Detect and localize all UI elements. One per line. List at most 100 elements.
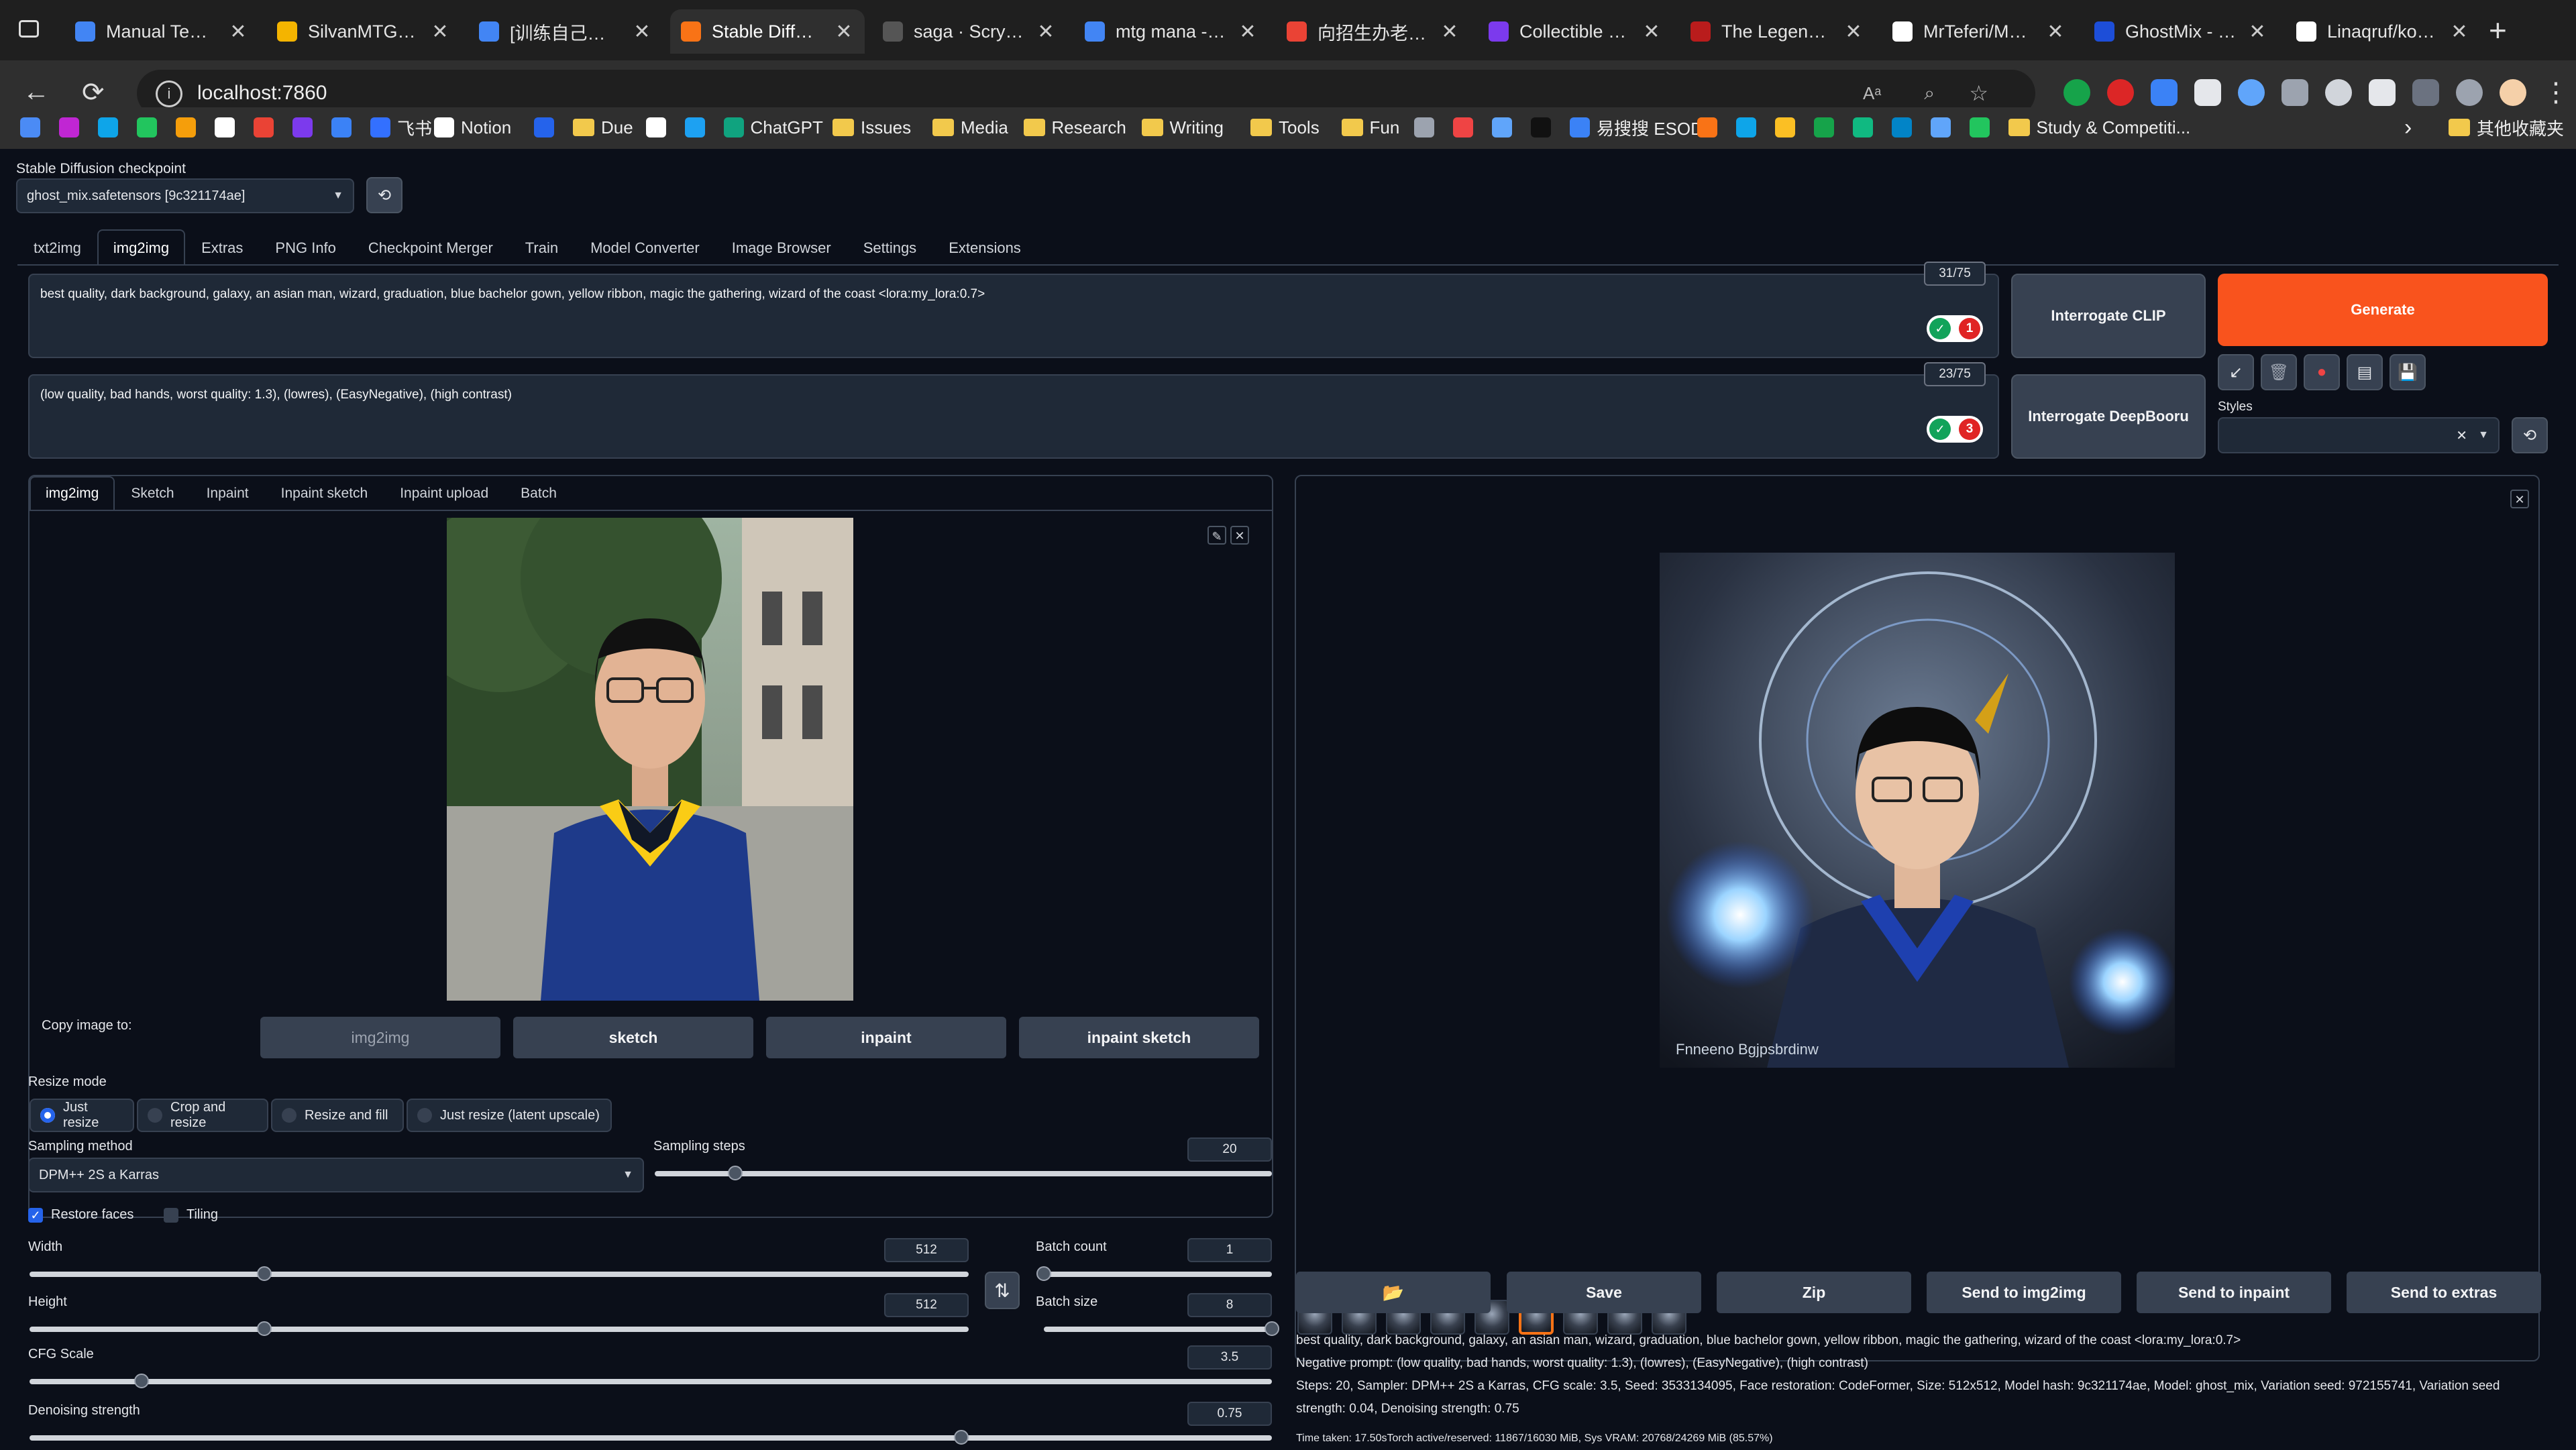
- bookmark-item[interactable]: [20, 114, 40, 141]
- other-bookmarks-folder[interactable]: 其他收藏夹: [2449, 114, 2564, 141]
- extra-networks-icon[interactable]: ●: [2304, 354, 2340, 390]
- bookmark-item[interactable]: [176, 114, 196, 141]
- copy-to-sketch-button[interactable]: sketch: [513, 1017, 753, 1058]
- favorites-heart-icon[interactable]: [2456, 79, 2483, 106]
- adblock-extension-icon[interactable]: [2107, 79, 2134, 106]
- back-icon[interactable]: ←: [23, 77, 50, 107]
- bookmark-item[interactable]: [1774, 114, 1795, 141]
- close-tab-icon[interactable]: ✕: [632, 20, 652, 44]
- puzzle-extensions-icon[interactable]: [2412, 79, 2439, 106]
- negative-prompt-textarea[interactable]: (low quality, bad hands, worst quality: …: [28, 374, 1999, 459]
- bookmark-folder[interactable]: Fun: [1341, 114, 1399, 141]
- browser-tab[interactable]: mtg mana - Go ✕: [1074, 9, 1269, 54]
- open-folder-button[interactable]: 📂: [1296, 1272, 1491, 1313]
- bookmark-item[interactable]: 易搜搜 ESODA: [1570, 114, 1715, 141]
- input-tab-batch[interactable]: Batch: [504, 476, 573, 510]
- bookmark-item[interactable]: 飞书: [370, 114, 432, 141]
- batch-size-slider[interactable]: [1044, 1321, 1279, 1336]
- copy-to-img2img-button[interactable]: img2img: [260, 1017, 500, 1058]
- slider-handle[interactable]: [257, 1266, 272, 1281]
- bookmark-item[interactable]: ChatGPT: [723, 114, 823, 141]
- tab-train[interactable]: Train: [509, 229, 574, 266]
- batch-count-slider[interactable]: [1036, 1266, 1272, 1281]
- bookmark-item[interactable]: [1735, 114, 1756, 141]
- tab-img2img[interactable]: img2img: [97, 229, 186, 266]
- resize-mode-crop-and-resize[interactable]: Crop and resize: [137, 1099, 268, 1132]
- more-menu-icon[interactable]: ⋮: [2542, 77, 2569, 108]
- copy-to-inpaint-sketch-button[interactable]: inpaint sketch: [1019, 1017, 1259, 1058]
- slider-handle[interactable]: [1265, 1321, 1279, 1336]
- close-tab-icon[interactable]: ✕: [2045, 20, 2065, 44]
- tab-checkpoint-merger[interactable]: Checkpoint Merger: [352, 229, 509, 266]
- slider-handle[interactable]: [954, 1430, 969, 1445]
- styles-dropdown[interactable]: ✕ ▼: [2218, 417, 2500, 453]
- checkpoint-dropdown[interactable]: ghost_mix.safetensors [9c321174ae] ▼: [16, 178, 354, 213]
- copy-to-inpaint-button[interactable]: inpaint: [766, 1017, 1006, 1058]
- slider-handle[interactable]: [1036, 1266, 1051, 1281]
- docs-extension-icon[interactable]: [2151, 79, 2178, 106]
- browser-tab[interactable]: Linaqruf/kohya ✕: [2286, 9, 2480, 54]
- bookmark-item[interactable]: [1531, 114, 1551, 141]
- profile-avatar-icon[interactable]: [2500, 79, 2526, 106]
- close-tab-icon[interactable]: ✕: [1843, 20, 1864, 44]
- width-input[interactable]: 512: [884, 1238, 969, 1262]
- generate-button[interactable]: Generate: [2218, 274, 2548, 346]
- tab-model-converter[interactable]: Model Converter: [574, 229, 716, 266]
- bookmark-item[interactable]: [1813, 114, 1834, 141]
- browser-tab[interactable]: Manual Templa ✕: [64, 9, 259, 54]
- tab-settings[interactable]: Settings: [847, 229, 933, 266]
- cfg-scale-slider[interactable]: [30, 1374, 1272, 1388]
- bookmark-item[interactable]: [1453, 114, 1473, 141]
- input-tab-inpaint[interactable]: Inpaint: [191, 476, 265, 510]
- bookmark-folder[interactable]: Issues: [833, 114, 911, 141]
- tab-image-browser[interactable]: Image Browser: [716, 229, 847, 266]
- bookmark-folder[interactable]: Research: [1023, 114, 1126, 141]
- close-gallery-icon[interactable]: ✕: [2510, 490, 2529, 508]
- close-tab-icon[interactable]: ✕: [430, 20, 450, 44]
- batch-size-input[interactable]: 8: [1187, 1293, 1272, 1317]
- bookmark-item[interactable]: [254, 114, 274, 141]
- bookmark-item[interactable]: [1930, 114, 1951, 141]
- input-tab-img2img[interactable]: img2img: [30, 476, 115, 510]
- prompt-textarea[interactable]: best quality, dark background, galaxy, a…: [28, 274, 1999, 358]
- batch-count-input[interactable]: 1: [1187, 1238, 1272, 1262]
- site-info-icon[interactable]: i: [156, 80, 182, 107]
- slider-handle[interactable]: [257, 1321, 272, 1336]
- bookmark-item[interactable]: [1852, 114, 1873, 141]
- output-image[interactable]: Fnneeno Bgjpsbrdinw: [1660, 553, 2175, 1068]
- close-tab-icon[interactable]: ✕: [1642, 20, 1662, 44]
- refresh-checkpoints-button[interactable]: ⟲: [366, 177, 402, 213]
- read-aloud-icon[interactable]: Aᵃ: [1863, 83, 1881, 104]
- extensions-icon-a[interactable]: [2282, 79, 2308, 106]
- zip-button[interactable]: Zip: [1717, 1272, 1911, 1313]
- browser-tab[interactable]: The Legends o ✕: [1680, 9, 1874, 54]
- bookmark-item[interactable]: [534, 114, 554, 141]
- bookmarks-overflow-icon[interactable]: ›: [2404, 114, 2412, 141]
- favorite-star-icon[interactable]: ☆: [1969, 80, 1988, 106]
- tab-png-info[interactable]: PNG Info: [259, 229, 352, 266]
- width-slider[interactable]: [30, 1266, 969, 1281]
- close-tab-icon[interactable]: ✕: [1036, 20, 1056, 44]
- browser-tab[interactable]: Collectible Car ✕: [1478, 9, 1672, 54]
- close-tab-icon[interactable]: ✕: [2247, 20, 2267, 44]
- sampling-steps-input[interactable]: 20: [1187, 1137, 1272, 1162]
- refresh-styles-button[interactable]: ⟲: [2512, 417, 2548, 453]
- swap-dimensions-icon[interactable]: ⇅: [985, 1272, 1020, 1309]
- input-tab-inpaint-sketch[interactable]: Inpaint sketch: [265, 476, 384, 510]
- trash-icon[interactable]: 🗑: [2261, 354, 2297, 390]
- resize-mode-just-resize-latent-upscale-[interactable]: Just resize (latent upscale): [407, 1099, 612, 1132]
- reload-icon[interactable]: ⟳: [82, 77, 105, 108]
- pin-extension-icon[interactable]: [2238, 79, 2265, 106]
- browser-tab[interactable]: Stable Diffusio ✕: [670, 9, 865, 54]
- ghost-extension-icon[interactable]: [2194, 79, 2221, 106]
- bookmark-item[interactable]: [645, 114, 666, 141]
- bookmark-folder[interactable]: Media: [932, 114, 1008, 141]
- save-style-icon[interactable]: 💾: [2390, 354, 2426, 390]
- browser-tab[interactable]: [训练自己的LO ✕: [468, 9, 663, 54]
- bookmark-item[interactable]: [1969, 114, 1990, 141]
- bookmark-folder[interactable]: Writing: [1141, 114, 1224, 141]
- send-to-img2img-button[interactable]: Send to img2img: [1927, 1272, 2121, 1313]
- close-tab-icon[interactable]: ✕: [2449, 20, 2469, 44]
- close-tab-icon[interactable]: ✕: [834, 20, 854, 44]
- tiling-checkbox[interactable]: Tiling: [164, 1207, 218, 1223]
